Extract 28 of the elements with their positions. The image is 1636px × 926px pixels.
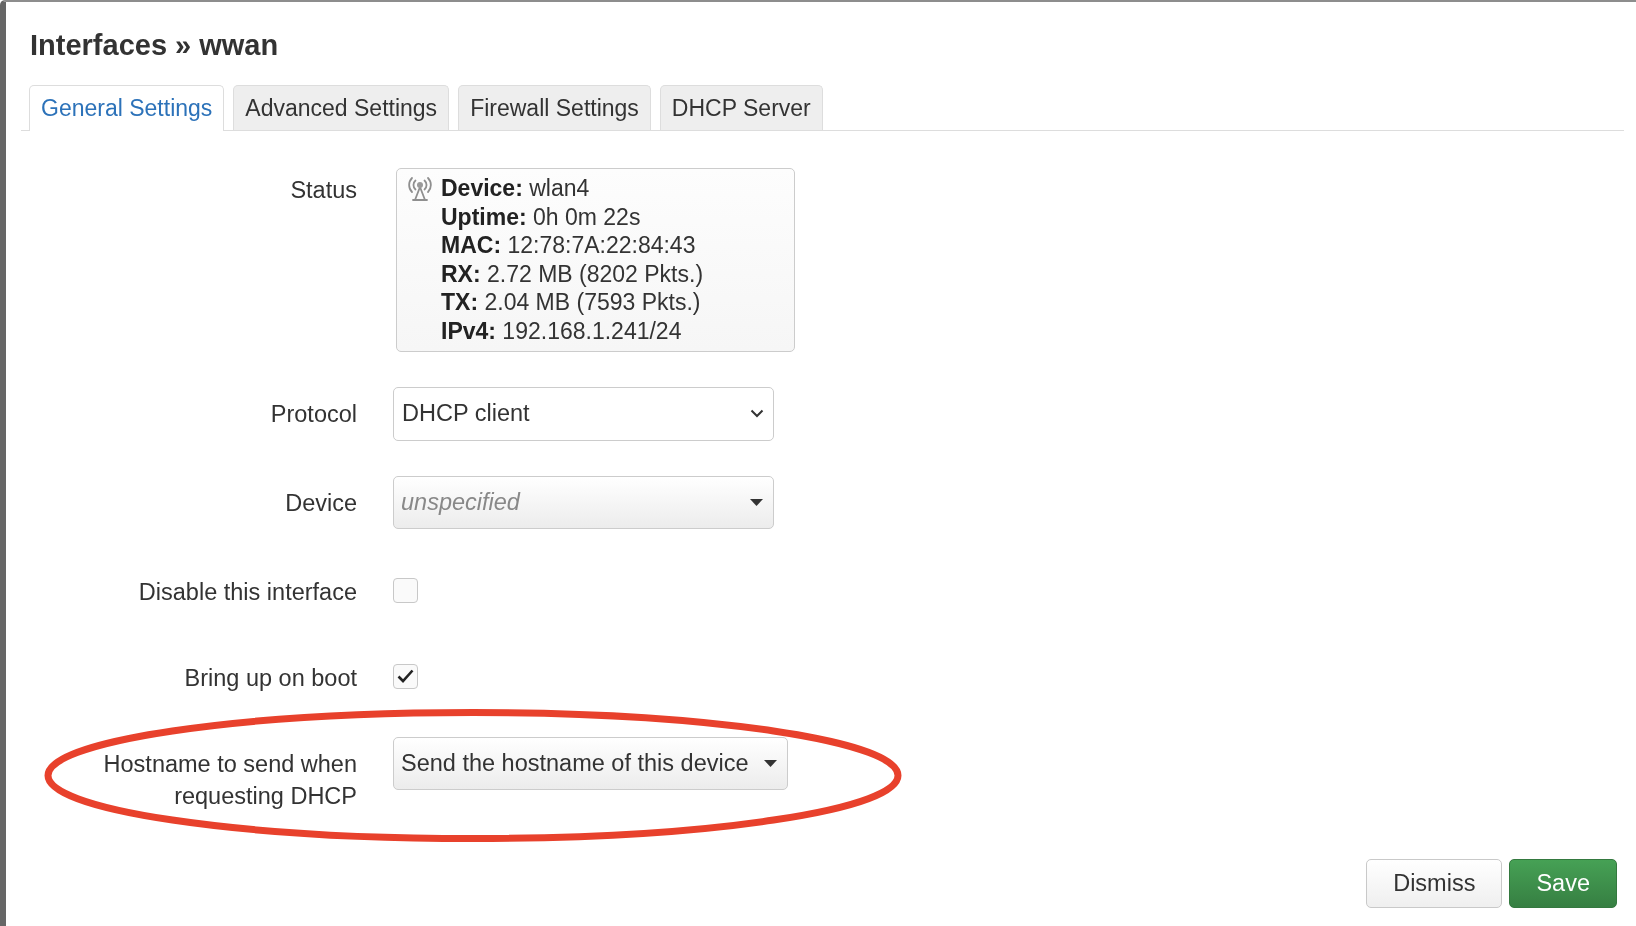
save-button[interactable]: Save <box>1509 859 1617 908</box>
field-label: Bring up on boot <box>184 663 357 693</box>
status-line: RX: 2.72 MB (8202 Pkts.) <box>441 259 704 289</box>
status-line: Uptime: 0h 0m 22s <box>441 202 642 232</box>
tab[interactable]: Advanced Settings <box>233 85 450 130</box>
status-line: IPv4: 192.168.1.241/24 <box>441 316 683 346</box>
caret-down-icon <box>763 760 777 768</box>
status-line: TX: 2.04 MB (7593 Pkts.) <box>441 288 702 317</box>
chevron-down-icon <box>750 409 764 419</box>
tab[interactable]: General Settings <box>29 85 225 131</box>
status-line: MAC: 12:78:7A:22:84:43 <box>441 231 697 260</box>
field-label: Disable this interface <box>138 577 357 607</box>
field-label: Hostname to send when requesting DHCP <box>102 749 357 811</box>
antenna-icon <box>407 176 433 202</box>
tab[interactable]: DHCP Server <box>659 85 823 130</box>
checkbox[interactable] <box>393 577 418 603</box>
status-line: Device: wlan4 <box>441 174 591 203</box>
page-title: Interfaces » wwan <box>30 29 279 61</box>
select-field[interactable]: DHCP client <box>393 386 774 441</box>
dismiss-button[interactable]: Dismiss <box>1366 859 1503 908</box>
checkbox[interactable] <box>393 663 418 689</box>
field-label: Device <box>285 488 357 518</box>
tab[interactable]: Firewall Settings <box>458 85 651 130</box>
check-icon <box>397 669 414 684</box>
field-label: Status <box>290 176 357 205</box>
dropdown-field[interactable]: Send the hostname of this device <box>393 737 788 791</box>
field-label: Protocol <box>270 399 357 429</box>
caret-down-icon <box>750 499 763 507</box>
